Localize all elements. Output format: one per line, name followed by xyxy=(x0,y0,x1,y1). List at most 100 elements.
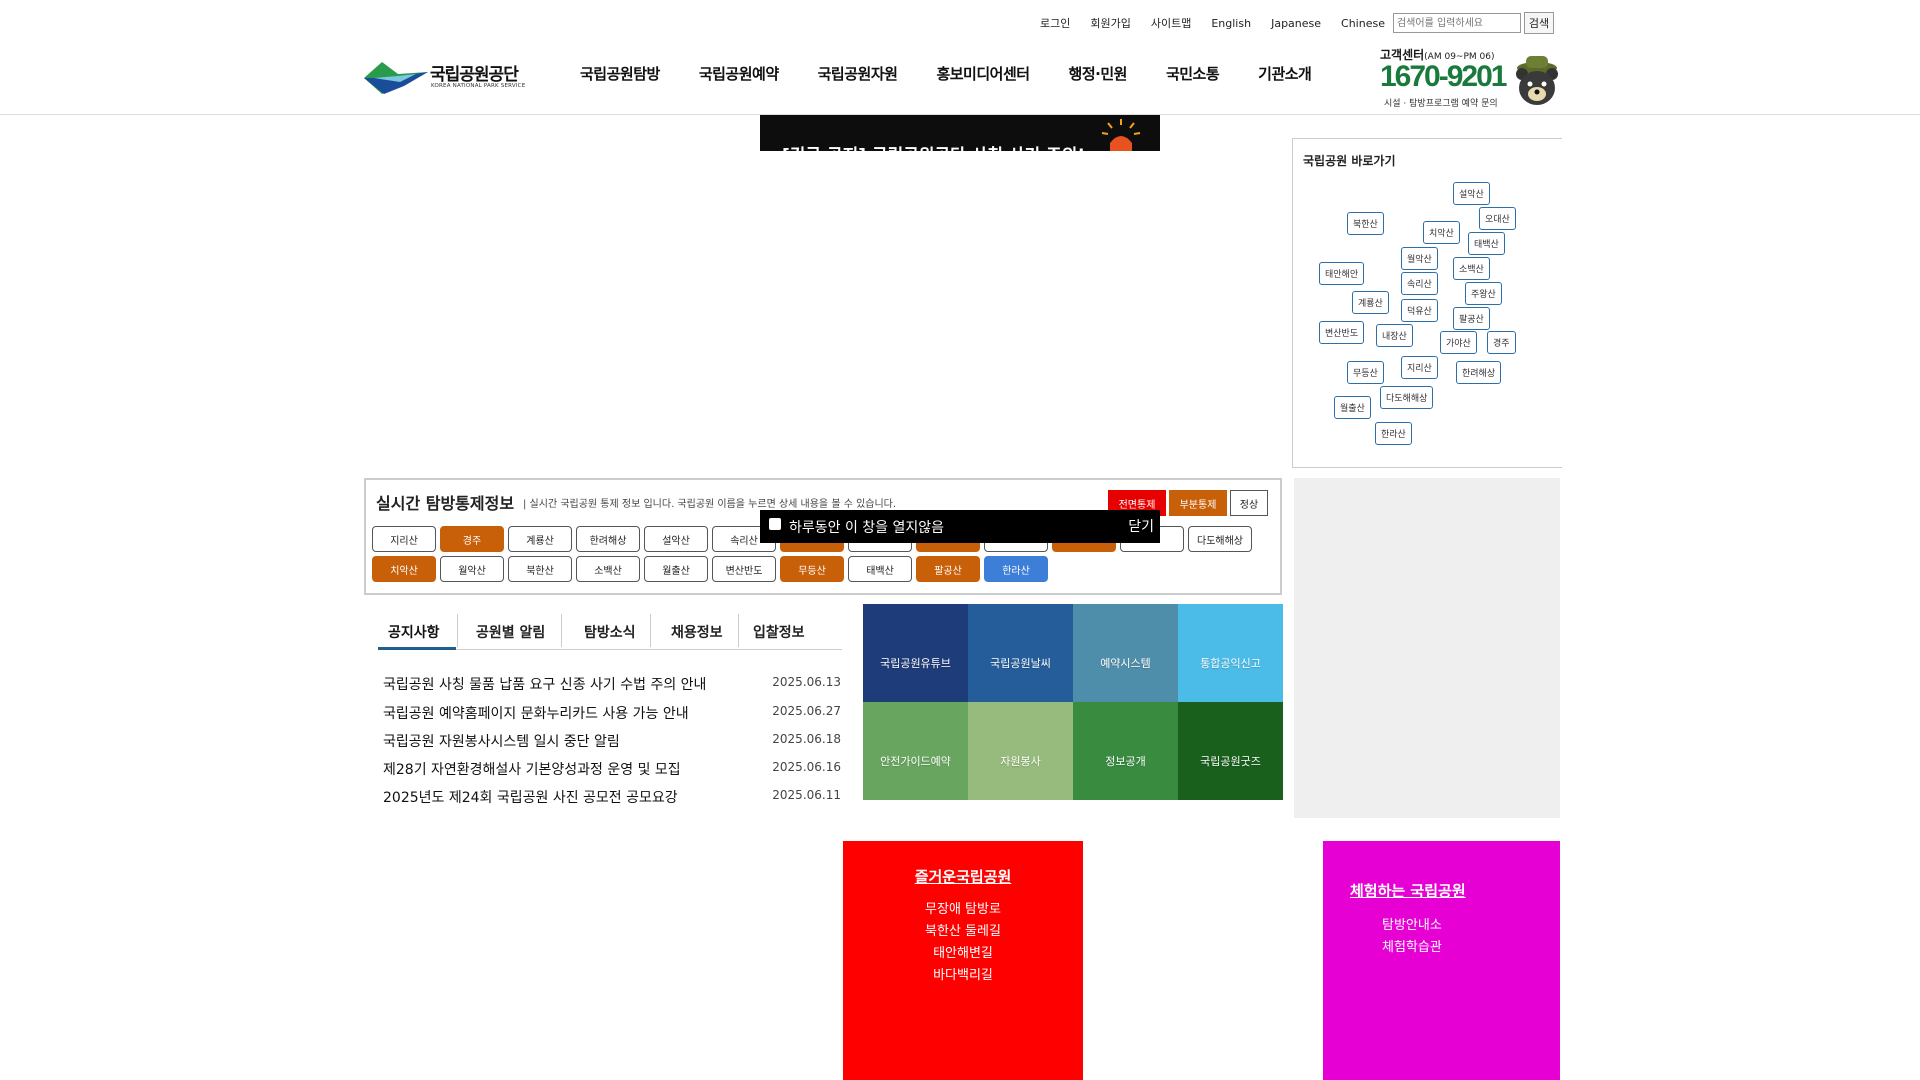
logo-english: KOREA NATIONAL PARK SERVICE xyxy=(431,83,526,89)
park-pin-juwangsan[interactable]: 주왕산 xyxy=(1465,282,1502,305)
park-pin-hallyeohaesang[interactable]: 한려해상 xyxy=(1456,361,1502,384)
tile-weather[interactable]: 국립공원날씨 xyxy=(968,604,1073,702)
nav-about[interactable]: 기관소개 xyxy=(1258,63,1312,84)
japanese-link[interactable]: Japanese xyxy=(1271,17,1321,30)
fun-parks-title[interactable]: 즐거운국립공원 xyxy=(843,866,1083,887)
main-navigation: 국립공원탐방 국립공원예약 국립공원자원 홍보미디어센터 행정·민원 국민소통 … xyxy=(580,63,1350,84)
fun-parks-link[interactable]: 바다백리길 xyxy=(843,965,1083,987)
emergency-popup-banner[interactable]: [긴급 공지] 국립공원공단 사칭 사기 주의! xyxy=(760,115,1160,151)
fun-parks-link[interactable]: 무장애 탐방로 xyxy=(843,899,1083,921)
park-status-button[interactable]: 북한산 xyxy=(508,556,572,582)
park-status-button[interactable]: 무등산 xyxy=(780,556,844,582)
park-status-button[interactable]: 지리산 xyxy=(372,526,436,552)
park-status-button[interactable]: 다도해해상 xyxy=(1188,526,1252,552)
dont-show-checkbox[interactable] xyxy=(769,518,781,530)
notice-title[interactable]: 국립공원 자원봉사시스템 일시 중단 알림 xyxy=(383,731,620,751)
fun-parks-block: 즐거운국립공원 무장애 탐방로 북한산 둘레길 태안해변길 바다백리길 xyxy=(843,841,1083,1080)
nav-park-resources[interactable]: 국립공원자원 xyxy=(818,63,898,84)
dont-show-label[interactable]: 하루동안 이 창을 열지않음 xyxy=(789,517,944,537)
notice-date: 2025.06.18 xyxy=(772,732,841,746)
park-pin-gayasan[interactable]: 가야산 xyxy=(1440,331,1477,354)
chinese-link[interactable]: Chinese xyxy=(1341,17,1385,30)
park-pin-sobaeksan[interactable]: 소백산 xyxy=(1453,257,1490,280)
notice-title[interactable]: 국립공원 예약홈페이지 문화누리카드 사용 가능 안내 xyxy=(383,703,689,723)
popup-control-bar: 하루동안 이 창을 열지않음 닫기 xyxy=(760,510,1160,543)
park-pin-seoraksan[interactable]: 설악산 xyxy=(1453,182,1490,205)
tab-park-alerts[interactable]: 공원별 알림 xyxy=(476,622,545,642)
nav-communication[interactable]: 국민소통 xyxy=(1166,63,1220,84)
signup-link[interactable]: 회원가입 xyxy=(1090,15,1130,31)
tile-goods[interactable]: 국립공원굿즈 xyxy=(1178,702,1283,800)
logo-mountain-icon xyxy=(364,62,428,94)
tile-volunteer[interactable]: 자원봉사 xyxy=(968,702,1073,800)
park-pin-chiaksan[interactable]: 치악산 xyxy=(1423,221,1460,244)
park-pin-jirisan[interactable]: 지리산 xyxy=(1401,356,1438,379)
logo-name: 국립공원공단 xyxy=(430,65,519,85)
siren-icon xyxy=(1101,119,1141,151)
experience-parks-link[interactable]: 탐방안내소 xyxy=(1382,914,1442,933)
park-pin-deogyusan[interactable]: 덕유산 xyxy=(1401,299,1438,322)
park-status-button[interactable]: 태백산 xyxy=(848,556,912,582)
park-status-button[interactable]: 설악산 xyxy=(644,526,708,552)
park-pin-hallasan[interactable]: 한라산 xyxy=(1375,422,1412,445)
park-pin-dadohaehaesang[interactable]: 다도해해상 xyxy=(1380,386,1434,409)
park-map-title: 국립공원 바로가기 xyxy=(1303,154,1396,168)
customer-center[interactable]: 고객센터(AM 09~PM 06) 1670-9201 시설 · 탐방프로그램 … xyxy=(1380,46,1560,112)
park-status-button[interactable]: 월출산 xyxy=(644,556,708,582)
bear-mascot-icon xyxy=(1516,56,1558,105)
nav-administration[interactable]: 행정·민원 xyxy=(1069,63,1128,84)
park-pin-woraksan[interactable]: 월악산 xyxy=(1401,247,1438,270)
tile-reservation-system[interactable]: 예약시스템 xyxy=(1073,604,1178,702)
tab-notices[interactable]: 공지사항 xyxy=(388,622,440,642)
tab-visit-news[interactable]: 탐방소식 xyxy=(584,622,636,642)
tile-public-report[interactable]: 통합공익신고 xyxy=(1178,604,1283,702)
tab-recruitment[interactable]: 채용정보 xyxy=(671,622,723,642)
park-pin-taebaeksan[interactable]: 태백산 xyxy=(1468,232,1505,255)
tile-safety-guide[interactable]: 안전가이드예약 xyxy=(863,702,968,800)
fun-parks-link[interactable]: 북한산 둘레길 xyxy=(843,921,1083,943)
park-status-button[interactable]: 팔공산 xyxy=(916,556,980,582)
sitemap-link[interactable]: 사이트맵 xyxy=(1151,15,1191,31)
experience-parks-link[interactable]: 체험학습관 xyxy=(1382,936,1442,955)
site-logo[interactable]: 국립공원공단 KOREA NATIONAL PARK SERVICE xyxy=(364,56,534,96)
notice-date: 2025.06.13 xyxy=(772,675,841,689)
park-pin-odaesan[interactable]: 오대산 xyxy=(1479,207,1516,230)
fun-parks-link[interactable]: 태안해변길 xyxy=(843,943,1083,965)
experience-parks-block: 체험하는 국립공원 탐방안내소 체험학습관 xyxy=(1323,841,1560,1080)
park-pin-wolchulsan[interactable]: 월출산 xyxy=(1334,396,1371,419)
tab-separator xyxy=(738,614,739,647)
park-pin-byeonsanbando[interactable]: 변산반도 xyxy=(1319,321,1365,344)
popup-close-button[interactable]: 닫기 xyxy=(1128,516,1154,536)
park-pin-taeanhaean[interactable]: 태안해안 xyxy=(1319,262,1365,285)
park-pin-gyeongju[interactable]: 경주 xyxy=(1487,331,1516,354)
nav-media-center[interactable]: 홍보미디어센터 xyxy=(936,63,1030,84)
notice-title[interactable]: 국립공원 사칭 물품 납품 요구 신종 사기 수법 주의 안내 xyxy=(383,674,706,694)
park-pin-mudeungsan[interactable]: 무등산 xyxy=(1347,361,1384,384)
login-link[interactable]: 로그인 xyxy=(1040,15,1070,31)
park-status-button[interactable]: 월악산 xyxy=(440,556,504,582)
tile-youtube[interactable]: 국립공원유튜브 xyxy=(863,604,968,702)
tab-bidding[interactable]: 입찰정보 xyxy=(753,622,805,642)
park-pin-bukhansan[interactable]: 북한산 xyxy=(1347,212,1384,235)
search-button[interactable]: 검색 xyxy=(1523,12,1554,34)
notice-title[interactable]: 제28기 자연환경해설사 기본양성과정 운영 및 모집 xyxy=(383,759,681,779)
search-input[interactable] xyxy=(1392,13,1521,33)
park-pin-palgongsan[interactable]: 팔공산 xyxy=(1453,307,1490,330)
park-pin-naejangsan[interactable]: 내장산 xyxy=(1376,324,1413,347)
park-status-button[interactable]: 한려해상 xyxy=(576,526,640,552)
tile-information-disclosure[interactable]: 정보공개 xyxy=(1073,702,1178,800)
park-pin-gyeryongsan[interactable]: 계룡산 xyxy=(1352,291,1389,314)
notice-date: 2025.06.11 xyxy=(772,788,841,802)
park-status-button[interactable]: 계룡산 xyxy=(508,526,572,552)
park-status-button[interactable]: 한라산 xyxy=(984,556,1048,582)
experience-parks-title[interactable]: 체험하는 국립공원 xyxy=(1350,880,1466,901)
park-status-button[interactable]: 변산반도 xyxy=(712,556,776,582)
nav-park-visit[interactable]: 국립공원탐방 xyxy=(580,63,660,84)
park-status-button[interactable]: 소백산 xyxy=(576,556,640,582)
park-status-button[interactable]: 경주 xyxy=(440,526,504,552)
notice-title[interactable]: 2025년도 제24회 국립공원 사진 공모전 공모요강 xyxy=(383,787,678,807)
english-link[interactable]: English xyxy=(1211,17,1251,30)
park-pin-songnisan[interactable]: 속리산 xyxy=(1401,272,1438,295)
park-status-button[interactable]: 치악산 xyxy=(372,556,436,582)
nav-park-reservation[interactable]: 국립공원예약 xyxy=(699,63,779,84)
